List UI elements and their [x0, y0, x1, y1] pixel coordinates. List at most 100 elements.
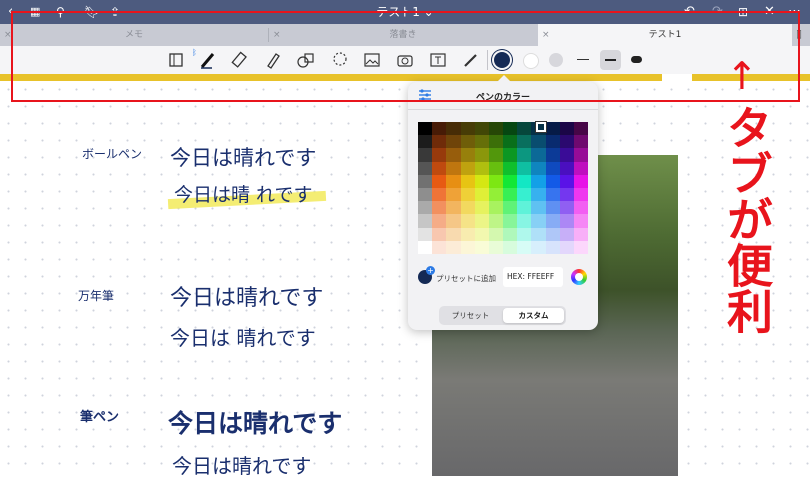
- color-grid-cell[interactable]: [474, 240, 489, 254]
- color-grid-cell[interactable]: [545, 161, 560, 175]
- color-grid-cell[interactable]: [460, 122, 475, 136]
- color-grid-cell[interactable]: [503, 214, 518, 228]
- color-grid-cell[interactable]: [432, 201, 447, 215]
- color-grid-cell[interactable]: [545, 201, 560, 215]
- color-grid-cell[interactable]: [432, 135, 447, 149]
- color-grid-cell[interactable]: [545, 135, 560, 149]
- color-grid-cell[interactable]: [517, 201, 532, 215]
- color-grid-cell[interactable]: [573, 148, 588, 162]
- color-grid-cell[interactable]: [418, 227, 433, 241]
- segment-custom[interactable]: カスタム: [503, 308, 564, 323]
- color-grid-cell[interactable]: [517, 240, 532, 254]
- color-grid-cell[interactable]: [545, 214, 560, 228]
- color-grid-cell[interactable]: [545, 227, 560, 241]
- color-grid-cell[interactable]: [531, 135, 546, 149]
- color-grid-cell[interactable]: [503, 161, 518, 175]
- color-grid-cell[interactable]: [559, 135, 574, 149]
- color-grid-cell[interactable]: [545, 187, 560, 202]
- color-grid-cell[interactable]: [488, 174, 503, 188]
- color-grid-cell[interactable]: [573, 161, 588, 175]
- color-grid-cell[interactable]: [573, 201, 588, 215]
- color-grid-cell[interactable]: [446, 161, 461, 175]
- color-grid-cell[interactable]: [418, 214, 433, 228]
- color-grid-cell[interactable]: [559, 187, 574, 202]
- color-grid-cell[interactable]: [559, 201, 574, 215]
- color-grid-cell[interactable]: [517, 227, 532, 241]
- color-grid-cell[interactable]: [488, 227, 503, 241]
- color-grid-cell[interactable]: [573, 214, 588, 228]
- color-grid-cell[interactable]: [573, 174, 588, 188]
- color-grid-cell[interactable]: [503, 187, 518, 202]
- color-grid-cell[interactable]: [503, 227, 518, 241]
- color-grid-cell[interactable]: [573, 187, 588, 202]
- color-grid-cell[interactable]: [488, 122, 503, 136]
- color-grid-cell[interactable]: [517, 187, 532, 202]
- color-grid-cell[interactable]: [460, 174, 475, 188]
- color-grid-cell[interactable]: [545, 148, 560, 162]
- color-grid-cell[interactable]: [503, 122, 518, 136]
- color-grid-cell[interactable]: [517, 135, 532, 149]
- color-grid-cell[interactable]: [446, 148, 461, 162]
- notebook-canvas[interactable]: [0, 81, 810, 476]
- color-grid-cell[interactable]: [531, 240, 546, 254]
- color-wheel-icon[interactable]: [571, 269, 587, 285]
- color-grid-cell[interactable]: [503, 174, 518, 188]
- color-grid-cell[interactable]: [446, 240, 461, 254]
- color-grid-cell[interactable]: [446, 135, 461, 149]
- color-grid-cell[interactable]: [474, 161, 489, 175]
- color-grid-cell[interactable]: [488, 187, 503, 202]
- color-grid-cell[interactable]: [460, 240, 475, 254]
- color-grid-cell[interactable]: [559, 174, 574, 188]
- color-grid-cell[interactable]: [503, 201, 518, 215]
- color-grid-cell[interactable]: [432, 122, 447, 136]
- color-grid-cell[interactable]: [446, 174, 461, 188]
- color-grid-cell[interactable]: [432, 227, 447, 241]
- color-grid-cell[interactable]: [446, 214, 461, 228]
- color-grid[interactable]: [418, 122, 588, 254]
- color-grid-cell[interactable]: [573, 240, 588, 254]
- color-grid-cell[interactable]: [531, 148, 546, 162]
- color-grid-cell[interactable]: [418, 174, 433, 188]
- add-preset-plus-icon[interactable]: +: [426, 266, 435, 275]
- color-grid-cell[interactable]: [517, 122, 532, 136]
- color-grid-cell[interactable]: [503, 148, 518, 162]
- color-grid-selector[interactable]: [535, 121, 547, 133]
- color-grid-cell[interactable]: [474, 174, 489, 188]
- color-grid-cell[interactable]: [460, 135, 475, 149]
- color-grid-cell[interactable]: [517, 214, 532, 228]
- color-grid-cell[interactable]: [503, 240, 518, 254]
- color-grid-cell[interactable]: [545, 240, 560, 254]
- color-grid-cell[interactable]: [531, 187, 546, 202]
- color-grid-cell[interactable]: [474, 122, 489, 136]
- color-grid-cell[interactable]: [418, 161, 433, 175]
- color-grid-cell[interactable]: [559, 148, 574, 162]
- color-grid-cell[interactable]: [573, 227, 588, 241]
- color-grid-cell[interactable]: [432, 161, 447, 175]
- color-grid-cell[interactable]: [460, 214, 475, 228]
- color-grid-cell[interactable]: [474, 227, 489, 241]
- color-grid-cell[interactable]: [488, 214, 503, 228]
- color-grid-cell[interactable]: [446, 122, 461, 136]
- color-grid-cell[interactable]: [474, 135, 489, 149]
- color-grid-cell[interactable]: [545, 174, 560, 188]
- color-grid-cell[interactable]: [488, 161, 503, 175]
- color-grid-cell[interactable]: [488, 201, 503, 215]
- color-grid-cell[interactable]: [474, 148, 489, 162]
- color-grid-cell[interactable]: [418, 148, 433, 162]
- color-grid-cell[interactable]: [531, 161, 546, 175]
- color-grid-cell[interactable]: [488, 135, 503, 149]
- color-grid-cell[interactable]: [559, 161, 574, 175]
- color-grid-cell[interactable]: [460, 148, 475, 162]
- color-grid-cell[interactable]: [517, 148, 532, 162]
- color-grid-cell[interactable]: [446, 227, 461, 241]
- color-grid-cell[interactable]: [559, 214, 574, 228]
- color-grid-cell[interactable]: [460, 201, 475, 215]
- color-grid-cell[interactable]: [460, 227, 475, 241]
- color-grid-cell[interactable]: [531, 174, 546, 188]
- color-grid-cell[interactable]: [460, 161, 475, 175]
- color-grid-cell[interactable]: [517, 161, 532, 175]
- color-grid-cell[interactable]: [418, 240, 433, 254]
- color-grid-cell[interactable]: [418, 187, 433, 202]
- color-grid-cell[interactable]: [517, 174, 532, 188]
- color-grid-cell[interactable]: [432, 187, 447, 202]
